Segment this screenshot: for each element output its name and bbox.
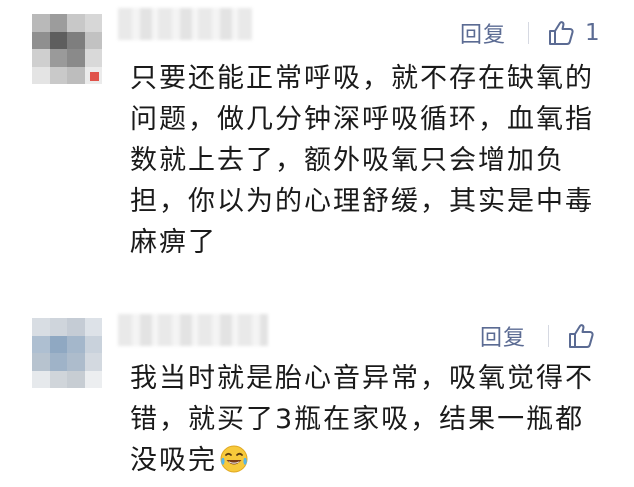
user-avatar-blurred[interactable] [32, 318, 102, 388]
comment-text: 我当时就是胎心音异常，吸氧觉得不错，就买了3瓶在家吸，结果一瓶都没吸完 [130, 358, 610, 481]
like-count: 1 [585, 20, 600, 46]
username-blurred[interactable] [118, 8, 252, 40]
reply-button[interactable]: 回复 [480, 320, 526, 352]
thumbs-up-icon[interactable] [567, 322, 595, 350]
laughing-crying-emoji-icon [220, 445, 248, 473]
user-avatar-blurred[interactable] [32, 14, 102, 84]
thumbs-up-icon[interactable] [547, 19, 575, 47]
username-blurred[interactable] [118, 314, 268, 346]
comment-text-body: 我当时就是胎心音异常，吸氧觉得不错，就买了3瓶在家吸，结果一瓶都没吸完 [130, 363, 594, 476]
divider [528, 22, 530, 44]
comment-text: 只要还能正常呼吸，就不存在缺氧的问题，做几分钟深呼吸循环，血氧指数就上去了，额外… [130, 63, 594, 258]
divider [548, 325, 550, 347]
reply-button[interactable]: 回复 [460, 17, 506, 49]
comment-actions: 回复 1 [460, 17, 600, 49]
comment-actions: 回复 [480, 320, 595, 352]
